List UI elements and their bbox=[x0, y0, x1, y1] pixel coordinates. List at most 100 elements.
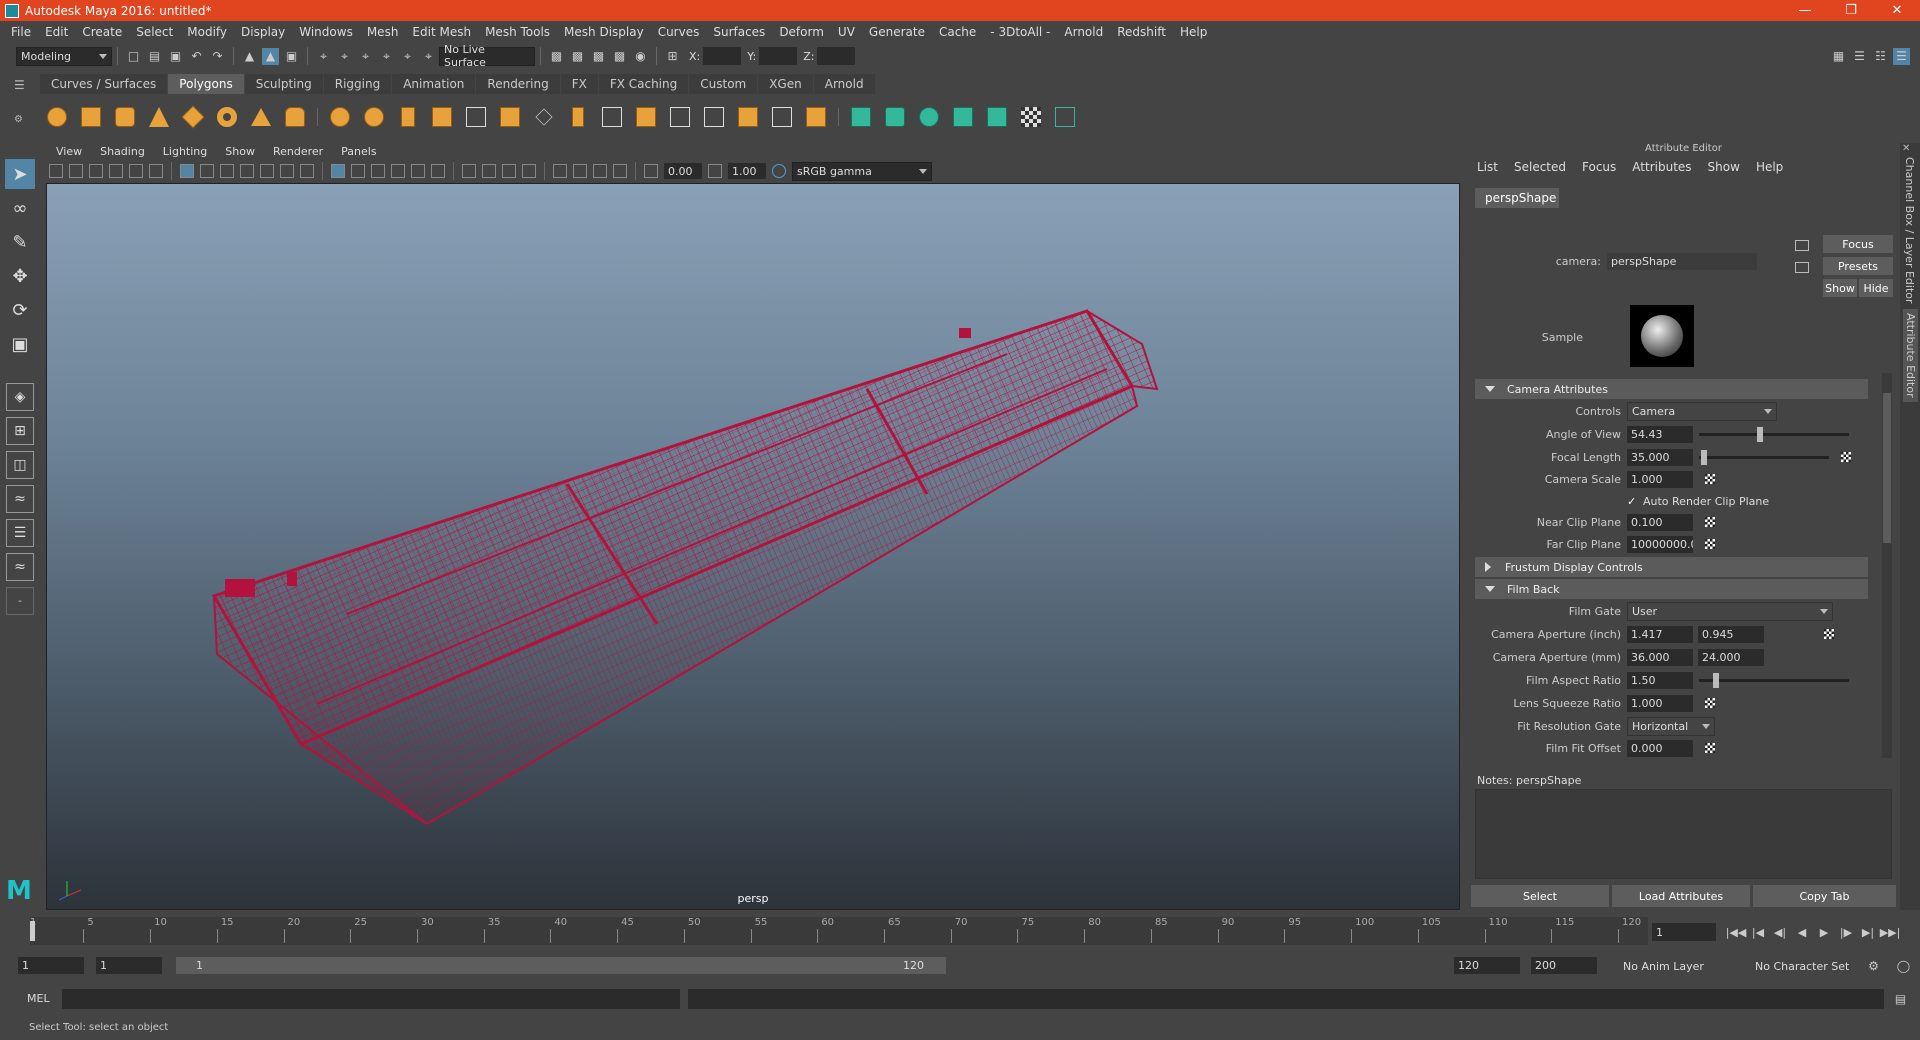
current-frame-field[interactable]: 1 bbox=[1652, 923, 1716, 941]
ae-menu-selected[interactable]: Selected bbox=[1514, 160, 1566, 174]
shelf-tab-custom[interactable]: Custom bbox=[689, 74, 758, 94]
gamma-icon[interactable] bbox=[708, 164, 722, 178]
poly-cone-icon[interactable] bbox=[144, 102, 174, 132]
hypershade-layout-icon[interactable]: ≈ bbox=[6, 553, 34, 581]
copy-tab-button[interactable]: Copy Tab bbox=[1753, 885, 1896, 907]
spherical-uv-icon[interactable] bbox=[914, 102, 944, 132]
bookmarks-icon[interactable] bbox=[89, 164, 103, 178]
camera-node-field[interactable]: perspShape bbox=[1607, 252, 1757, 270]
ship-wireframe-mesh[interactable] bbox=[211, 309, 1159, 826]
uv-editor-icon[interactable] bbox=[982, 102, 1012, 132]
near-clip-map-icon[interactable] bbox=[1705, 517, 1715, 527]
quad-draw-icon[interactable] bbox=[767, 102, 797, 132]
x-field[interactable] bbox=[703, 47, 742, 65]
channel-box-toggle-icon[interactable]: ☰ bbox=[1893, 47, 1910, 65]
fit-resolution-dropdown[interactable]: Horizontal bbox=[1627, 716, 1715, 736]
panel-menu-view[interactable]: View bbox=[46, 145, 90, 158]
ae-menu-list[interactable]: List bbox=[1477, 160, 1498, 174]
redo-icon[interactable]: ↷ bbox=[209, 48, 226, 65]
menu-arnold[interactable]: Arnold bbox=[1057, 25, 1110, 39]
poly-cube-icon[interactable] bbox=[76, 102, 106, 132]
snap-surface-icon[interactable]: ⌖ bbox=[399, 48, 416, 65]
bridge-icon[interactable] bbox=[597, 102, 627, 132]
shadows-icon[interactable] bbox=[431, 164, 445, 178]
time-slider[interactable]: 1 5 10 15 20 25 30 35 40 45 50 55 60 65 70 75 80 85 90 95 1… bbox=[0, 913, 1920, 947]
snap-view-icon[interactable]: ⌖ bbox=[378, 48, 395, 65]
custom-layout-button[interactable]: - bbox=[6, 587, 34, 615]
multi-cut-icon[interactable] bbox=[529, 102, 559, 132]
xray-joints-icon[interactable] bbox=[573, 164, 587, 178]
aperture-inch-map-icon[interactable] bbox=[1824, 629, 1834, 639]
isolate-select-icon[interactable] bbox=[553, 164, 567, 178]
ae-menu-attributes[interactable]: Attributes bbox=[1632, 160, 1691, 174]
select-button[interactable]: Select bbox=[1471, 885, 1609, 907]
menu-mesh-display[interactable]: Mesh Display bbox=[557, 25, 651, 39]
append-polygon-icon[interactable] bbox=[699, 102, 729, 132]
multisample-aa-icon[interactable] bbox=[502, 164, 516, 178]
menu-cache[interactable]: Cache bbox=[932, 25, 983, 39]
select-hierarchy-icon[interactable]: ▲ bbox=[241, 48, 258, 65]
load-attributes-button[interactable]: Load Attributes bbox=[1612, 885, 1750, 907]
fill-hole-icon[interactable] bbox=[733, 102, 763, 132]
film-fit-offset-field[interactable]: 0.000 bbox=[1627, 739, 1693, 757]
render-frame-icon[interactable]: ▩ bbox=[569, 48, 586, 65]
angle-of-view-field[interactable]: 54.43 bbox=[1627, 425, 1693, 443]
field-chart-icon[interactable] bbox=[260, 164, 274, 178]
menu-help[interactable]: Help bbox=[1173, 25, 1214, 39]
view-transform-dropdown[interactable]: sRGB gamma bbox=[792, 161, 932, 181]
select-object-icon[interactable]: ▲ bbox=[262, 47, 279, 65]
aperture-mm-height-field[interactable]: 24.000 bbox=[1698, 648, 1764, 666]
ae-menu-focus[interactable]: Focus bbox=[1582, 160, 1616, 174]
auto-render-clip-checkbox[interactable]: ✓ bbox=[1627, 496, 1638, 507]
slider-knob[interactable] bbox=[1701, 449, 1708, 465]
play-backward-icon[interactable]: ◀ bbox=[1791, 924, 1813, 940]
grid-icon[interactable] bbox=[180, 164, 194, 178]
tool-settings-icon[interactable]: ☷ bbox=[1872, 48, 1889, 65]
wireframe-icon[interactable] bbox=[331, 164, 345, 178]
poly-sphere-icon[interactable] bbox=[42, 102, 72, 132]
poly-torus-icon[interactable] bbox=[212, 102, 242, 132]
near-clip-field[interactable]: 0.100 bbox=[1627, 513, 1693, 531]
2d-pan-zoom-icon[interactable] bbox=[129, 164, 143, 178]
scale-tool-icon[interactable]: ▣ bbox=[5, 329, 35, 359]
render-view-icon[interactable]: ▩ bbox=[548, 48, 565, 65]
bevel-icon[interactable] bbox=[631, 102, 661, 132]
move-tool-icon[interactable]: ✥ bbox=[5, 261, 35, 291]
menu-mesh-tools[interactable]: Mesh Tools bbox=[478, 25, 557, 39]
undo-icon[interactable]: ↶ bbox=[188, 48, 205, 65]
snap-grid-icon[interactable]: ⌖ bbox=[315, 48, 332, 65]
separate-icon[interactable] bbox=[359, 102, 389, 132]
film-fit-offset-map-icon[interactable] bbox=[1705, 743, 1715, 753]
menu-uv[interactable]: UV bbox=[831, 25, 862, 39]
shelf-tab-xgen[interactable]: XGen bbox=[758, 74, 813, 94]
mirror-icon[interactable] bbox=[495, 102, 525, 132]
script-editor-icon[interactable]: ▤ bbox=[1892, 990, 1909, 1007]
menu-file[interactable]: File bbox=[4, 25, 38, 39]
presets-button[interactable]: Presets bbox=[1823, 257, 1893, 275]
smooth-icon[interactable] bbox=[427, 102, 457, 132]
single-pane-layout-icon[interactable]: ◈ bbox=[6, 383, 34, 411]
gate-mask-icon[interactable] bbox=[240, 164, 254, 178]
go-to-end-icon[interactable]: ▶▶| bbox=[1879, 924, 1901, 940]
command-language-label[interactable]: MEL bbox=[27, 992, 50, 1005]
section-frustum-display-controls[interactable]: Frustum Display Controls bbox=[1475, 557, 1868, 577]
focus-input-icon[interactable] bbox=[1795, 240, 1809, 251]
playback-start-field[interactable]: 1 bbox=[96, 957, 162, 974]
panel-menu-show[interactable]: Show bbox=[215, 145, 263, 158]
shelf-tab-fx[interactable]: FX bbox=[560, 74, 598, 94]
menu-deform[interactable]: Deform bbox=[772, 25, 831, 39]
rotate-tool-icon[interactable]: ⟳ bbox=[5, 295, 35, 325]
safe-title-icon[interactable] bbox=[300, 164, 314, 178]
live-surface-field[interactable]: No Live Surface bbox=[439, 43, 535, 69]
poly-prism-icon[interactable] bbox=[246, 102, 276, 132]
resolution-gate-icon[interactable] bbox=[220, 164, 234, 178]
checker-map-icon[interactable] bbox=[1016, 102, 1046, 132]
outliner-layout-icon[interactable]: ☰ bbox=[6, 519, 34, 547]
go-to-start-icon[interactable]: |◀◀ bbox=[1725, 924, 1747, 940]
open-scene-icon[interactable]: ▤ bbox=[146, 48, 163, 65]
hypershade-icon[interactable]: ◉ bbox=[632, 48, 649, 65]
select-component-icon[interactable]: ▣ bbox=[283, 48, 300, 65]
snap-point-icon[interactable]: ⌖ bbox=[357, 48, 374, 65]
command-input[interactable] bbox=[62, 989, 680, 1009]
far-clip-field[interactable]: 10000000.00 bbox=[1627, 535, 1693, 553]
